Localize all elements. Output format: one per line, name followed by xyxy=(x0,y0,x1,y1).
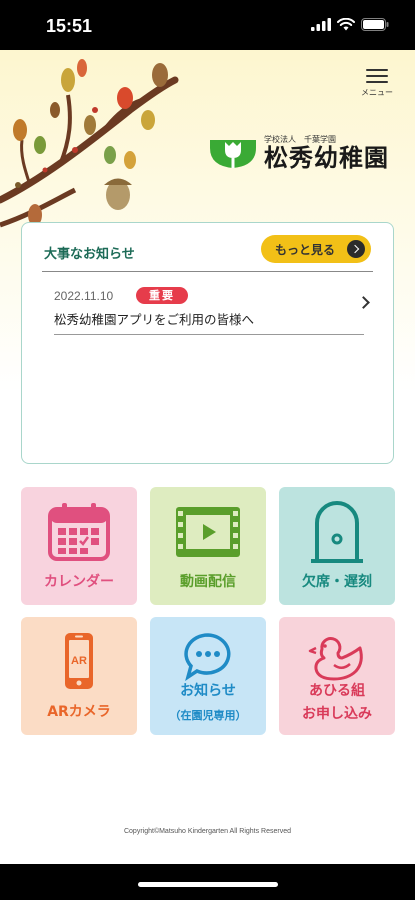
wifi-icon xyxy=(337,18,355,31)
duckling-apply-label: お申し込み xyxy=(302,706,372,722)
status-time: 15:51 xyxy=(46,16,93,36)
chat-bubble-icon xyxy=(184,633,231,681)
notice-list-item[interactable]: 2022.11.10 重要 松秀幼稚園アプリをご利用の皆様へ xyxy=(54,283,370,335)
status-icons xyxy=(311,18,389,31)
bottom-bar xyxy=(0,864,415,900)
calendar-icon xyxy=(48,503,110,561)
film-play-icon xyxy=(176,507,240,557)
video-streaming-label: 動画配信 xyxy=(180,574,236,590)
menu-label: メニュー xyxy=(361,88,393,97)
news-sublabel: （在園児専用） xyxy=(169,709,247,722)
chevron-right-icon xyxy=(357,296,370,309)
autumn-branch-illustration xyxy=(0,59,179,228)
school-logo: 学校法人 千葉学園 松秀幼稚園 xyxy=(208,134,389,171)
video-streaming-tile[interactable]: 動画配信 xyxy=(150,487,266,605)
see-more-label: もっと見る xyxy=(275,242,336,257)
copyright-text: Copyright©Matsuho Kindergarten All Right… xyxy=(123,828,292,835)
menu-button[interactable]: メニュー xyxy=(357,66,397,104)
notice-title: 松秀幼稚園アプリをご利用の皆様へ xyxy=(54,312,255,327)
notice-heading: 大事なお知らせ xyxy=(44,247,135,262)
duckling-class-label: あひる組 xyxy=(309,683,365,699)
absence-tile[interactable]: 欠席・遅刻 xyxy=(279,487,395,605)
duckling-class-tile[interactable]: あひる組 お申し込み xyxy=(279,617,395,735)
ar-camera-label: ARカメラ xyxy=(47,704,111,720)
calendar-tile[interactable]: カレンダー xyxy=(21,487,137,605)
home-indicator[interactable] xyxy=(138,882,278,887)
news-label: お知らせ xyxy=(180,683,236,699)
item-divider xyxy=(54,334,364,335)
divider xyxy=(42,271,373,272)
door-icon xyxy=(311,501,363,563)
important-notice-card: 大事なお知らせ もっと見る 2022.11.10 重要 松秀幼稚園アプリをご利用… xyxy=(21,222,394,464)
news-tile[interactable]: お知らせ （在園児専用） xyxy=(150,617,266,735)
school-name: 松秀幼稚園 xyxy=(264,144,389,172)
tulip-logo-icon xyxy=(210,139,256,168)
absence-label: 欠席・遅刻 xyxy=(302,574,372,590)
hamburger-icon xyxy=(357,69,397,83)
arrow-right-icon xyxy=(347,240,365,258)
signal-icon xyxy=(311,18,331,31)
battery-icon xyxy=(361,18,389,31)
notice-date: 2022.11.10 xyxy=(54,289,114,303)
ar-camera-tile[interactable]: AR ARカメラ xyxy=(21,617,137,735)
duck-icon xyxy=(308,637,363,681)
svg-text:AR: AR xyxy=(71,655,87,667)
status-bar: 15:51 xyxy=(0,0,415,50)
calendar-label: カレンダー xyxy=(44,574,114,590)
important-badge: 重要 xyxy=(136,287,188,304)
see-more-button[interactable]: もっと見る xyxy=(261,235,371,263)
app-screen: メニュー 学校法人 千葉学園 松秀幼稚園 大事なお知らせ もっと見る 2022.… xyxy=(0,50,415,864)
ar-phone-icon: AR xyxy=(65,633,93,689)
